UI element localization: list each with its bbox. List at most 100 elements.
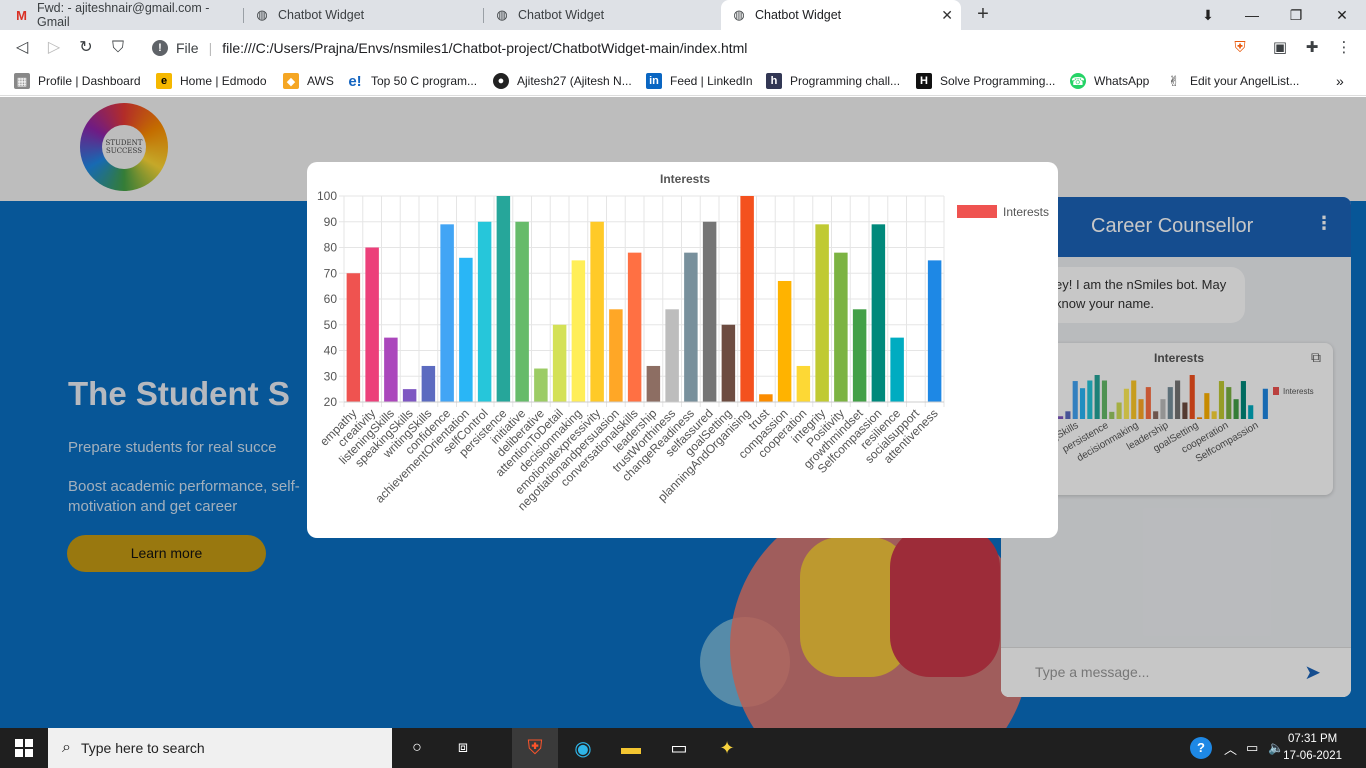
tab-chatbot-active[interactable]: ◍ Chatbot Widget ✕ bbox=[721, 0, 961, 30]
bookmark-label: Edit your AngelList... bbox=[1190, 74, 1300, 88]
close-window-button[interactable]: ✕ bbox=[1320, 0, 1364, 30]
brave-browser-icon[interactable]: ⛨ bbox=[512, 728, 558, 768]
puzzle-icon[interactable]: ✚ bbox=[1301, 37, 1323, 59]
help-icon[interactable]: ? bbox=[1190, 728, 1212, 768]
forward-button[interactable]: ▷ bbox=[42, 37, 66, 59]
bar-Selfcompassion bbox=[871, 224, 886, 402]
windows-start-icon[interactable] bbox=[0, 728, 48, 768]
bookmark-item[interactable]: ▦ Profile | Dashboard bbox=[14, 72, 141, 90]
interests-chart[interactable]: Interests2030405060708090100empathycreat… bbox=[307, 162, 1058, 538]
taskbar-search[interactable]: ⌕ Type here to search bbox=[48, 728, 392, 768]
terminal-icon[interactable]: ▭ bbox=[656, 728, 702, 768]
search-icon: ⌕ bbox=[62, 739, 71, 756]
bookmark-item[interactable]: H Solve Programming... bbox=[916, 72, 1055, 90]
bar-attentiveness bbox=[927, 260, 942, 402]
bookmark-label: AWS bbox=[307, 74, 334, 88]
restore-button[interactable]: ❐ bbox=[1274, 0, 1318, 30]
extension-icon[interactable]: ▣ bbox=[1269, 37, 1291, 59]
bar-Positivity bbox=[834, 252, 848, 402]
tab-chatbot-1[interactable]: ◍ Chatbot Widget bbox=[244, 0, 482, 30]
tab-chatbot-2[interactable]: ◍ Chatbot Widget bbox=[484, 0, 720, 30]
bar-compassion bbox=[777, 280, 792, 402]
bar-emotionalexpressivity bbox=[590, 221, 604, 402]
tab-title: Chatbot Widget bbox=[755, 8, 842, 22]
bar-achievementOrientation bbox=[459, 257, 473, 402]
gmail-icon: M bbox=[16, 7, 27, 23]
bookmark-label: WhatsApp bbox=[1094, 74, 1150, 88]
python-icon[interactable]: ✦ bbox=[704, 728, 750, 768]
bar-empathy bbox=[346, 273, 361, 402]
info-icon[interactable]: ! bbox=[152, 40, 168, 56]
bar-attentionToDetail bbox=[552, 324, 567, 402]
bar-trust bbox=[759, 394, 773, 402]
task-view-icon[interactable]: ⧈ bbox=[440, 728, 486, 768]
bookmark-label: Ajitesh27 (Ajitesh N... bbox=[517, 74, 632, 88]
clock-date: 17-06-2021 bbox=[1283, 750, 1342, 762]
bookmark-icon[interactable]: ⛉ bbox=[106, 37, 130, 59]
close-tab-icon[interactable]: ✕ bbox=[941, 7, 953, 24]
tab-search-icon[interactable]: ⬇ bbox=[1186, 0, 1230, 30]
whatsapp-icon: ☎ bbox=[1070, 73, 1086, 89]
bookmark-label: Home | Edmodo bbox=[180, 74, 267, 88]
bar-cooperation bbox=[796, 365, 811, 402]
new-tab-button[interactable]: + bbox=[972, 3, 994, 25]
file-explorer-icon[interactable]: ▬ bbox=[608, 728, 654, 768]
tab-title: Chatbot Widget bbox=[518, 8, 605, 22]
brave-shield-icon[interactable]: ⛨ bbox=[1229, 37, 1251, 59]
url-text: file:///C:/Users/Prajna/Envs/nsmiles1/Ch… bbox=[222, 40, 748, 56]
bookmark-label: Profile | Dashboard bbox=[38, 74, 141, 88]
linkedin-icon: in bbox=[646, 73, 662, 89]
github-icon: ● bbox=[493, 73, 509, 89]
y-tick-label: 20 bbox=[324, 395, 338, 409]
y-tick-label: 50 bbox=[324, 318, 338, 332]
aws-icon: ◆ bbox=[283, 73, 299, 89]
bookmark-item[interactable]: e! Top 50 C program... bbox=[347, 72, 477, 90]
bookmark-label: Solve Programming... bbox=[940, 74, 1056, 88]
bookmark-label: Feed | LinkedIn bbox=[670, 74, 753, 88]
minimize-button[interactable]: — bbox=[1230, 0, 1274, 30]
bar-initiative bbox=[515, 221, 529, 402]
bookmark-item[interactable]: ● Ajitesh27 (Ajitesh N... bbox=[493, 72, 632, 90]
bar-decisionmaking bbox=[571, 260, 586, 402]
volume-icon[interactable]: 🔈 bbox=[1268, 728, 1284, 768]
menu-icon[interactable]: ⋮ bbox=[1333, 37, 1355, 59]
e-icon: e! bbox=[347, 72, 363, 90]
y-tick-label: 90 bbox=[324, 215, 338, 229]
legend-label: Interests bbox=[1003, 205, 1049, 219]
bookmark-item[interactable]: h Programming chall... bbox=[766, 72, 900, 90]
clock-time: 07:31 PM bbox=[1287, 733, 1338, 745]
system-clock[interactable]: 07:31 PM 17-06-2021 bbox=[1283, 731, 1342, 765]
address-bar[interactable]: ! File | file:///C:/Users/Prajna/Envs/ns… bbox=[140, 33, 1220, 63]
tab-gmail[interactable]: M Fwd: - ajiteshnair@gmail.com - Gmail bbox=[4, 0, 242, 30]
globe-icon: ◍ bbox=[496, 7, 508, 22]
more-bookmarks-icon[interactable]: » bbox=[1336, 72, 1344, 90]
bar-confidence bbox=[440, 224, 454, 402]
bar-deliberative bbox=[534, 368, 548, 402]
bar-resilience bbox=[890, 337, 904, 402]
windows-taskbar: ⌕ Type here to search ○ ⧈ ⛨ ◉ ▬ ▭ ✦ ? ︿ … bbox=[0, 728, 1366, 768]
cortana-icon[interactable]: ○ bbox=[394, 728, 440, 768]
y-tick-label: 40 bbox=[324, 344, 338, 358]
tab-title: Fwd: - ajiteshnair@gmail.com - Gmail bbox=[36, 1, 210, 29]
bar-persistence bbox=[496, 196, 511, 402]
y-tick-label: 70 bbox=[324, 266, 338, 280]
back-button[interactable]: ◁ bbox=[10, 37, 34, 59]
edmodo-icon: e bbox=[156, 73, 172, 89]
bar-negotiationandpersuasion bbox=[609, 309, 623, 402]
bookmark-item[interactable]: in Feed | LinkedIn bbox=[646, 72, 753, 90]
bookmark-item[interactable]: ☎ WhatsApp bbox=[1070, 72, 1149, 90]
bookmark-label: Programming chall... bbox=[790, 74, 901, 88]
bar-integrity bbox=[815, 224, 829, 402]
bookmark-item[interactable]: ◆ AWS bbox=[283, 72, 334, 90]
bookmarks-bar: ▦ Profile | Dashboard e Home | Edmodo ◆ AWS… bbox=[0, 66, 1366, 96]
hackerrank-icon: H bbox=[916, 73, 932, 89]
edge-browser-icon[interactable]: ◉ bbox=[560, 728, 606, 768]
bar-planningAndOrganising bbox=[740, 196, 754, 402]
network-icon[interactable]: ▭ bbox=[1246, 728, 1258, 768]
reload-button[interactable]: ↻ bbox=[74, 37, 98, 59]
tray-chevron-icon[interactable]: ︿ bbox=[1224, 728, 1237, 768]
y-tick-label: 100 bbox=[317, 189, 337, 203]
y-tick-label: 30 bbox=[324, 369, 338, 383]
bookmark-item[interactable]: e Home | Edmodo bbox=[156, 72, 267, 90]
bookmark-item[interactable]: ✌ Edit your AngelList... bbox=[1166, 72, 1299, 90]
